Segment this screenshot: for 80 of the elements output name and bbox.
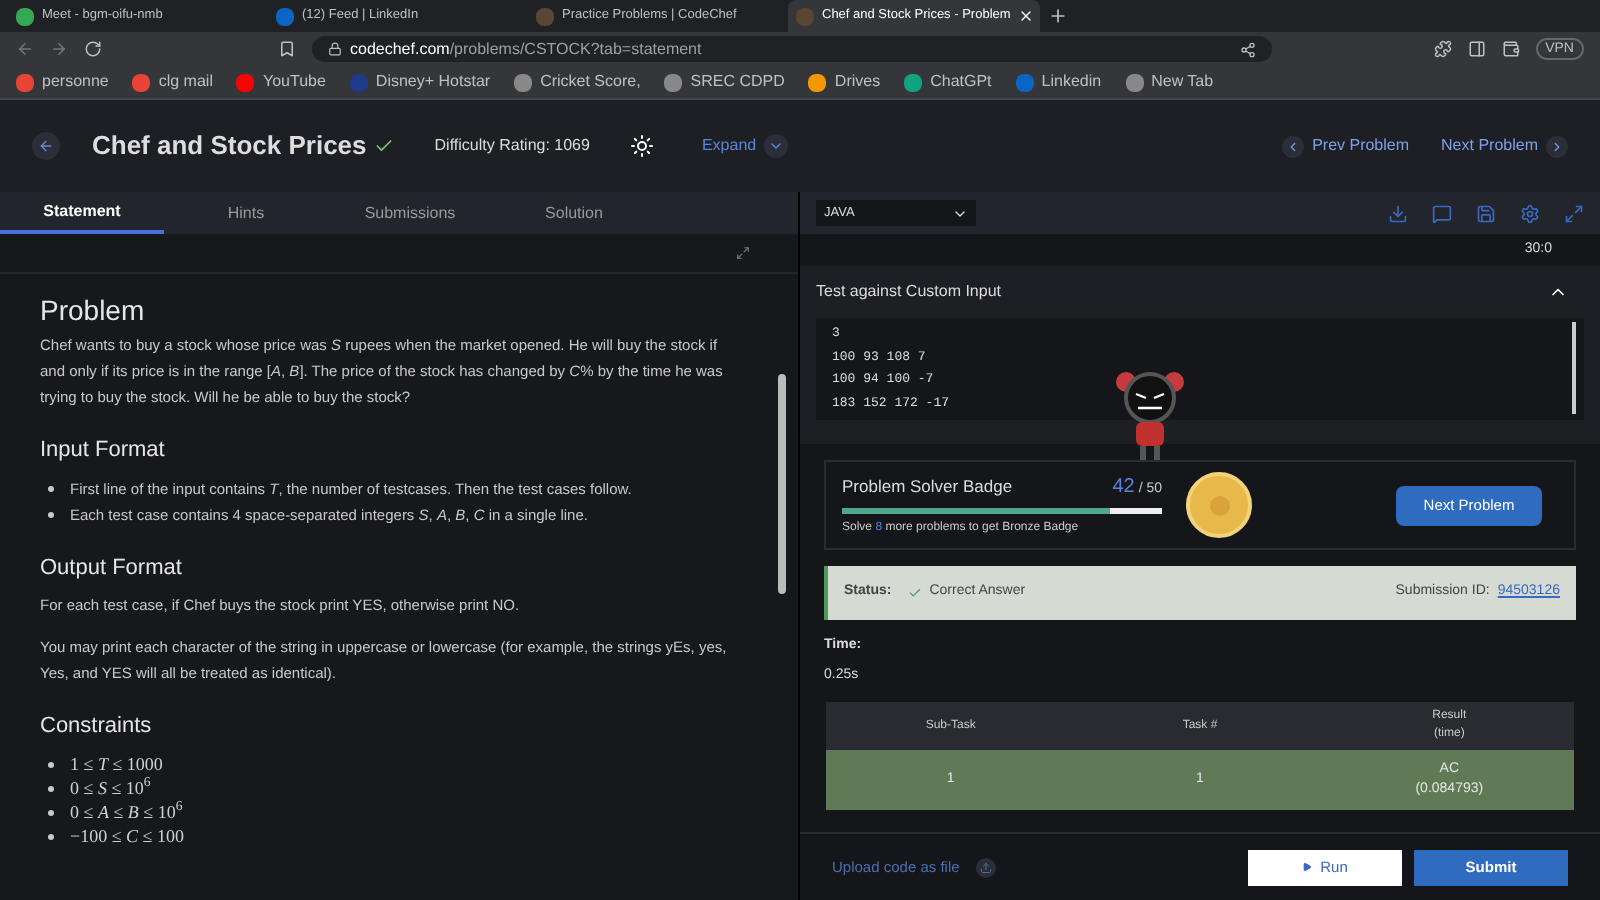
site-icon [132,73,151,91]
mascot-drawing [1110,366,1190,466]
bookmark-link[interactable]: Linkedin [1015,70,1102,94]
expand-button[interactable]: Expand [701,134,789,158]
save-icon[interactable] [1476,203,1496,223]
settings-icon[interactable] [1520,203,1540,223]
theme-icon[interactable] [629,134,654,158]
site-icon [16,7,34,25]
wallet-icon[interactable] [1501,40,1520,58]
bookmark-link[interactable]: New Tab [1125,70,1214,94]
constraint: 0 ≤ S ≤ 10$^{6}$ [70,775,151,799]
tab[interactable]: Hints [164,192,328,234]
address-bar[interactable]: codechef.com/problems/CSTOCK?tab=statement [312,36,1272,62]
comment-icon[interactable] [1432,203,1452,223]
prev-problem-link[interactable]: Prev Problem [1282,134,1410,158]
panel-title: Test against Custom Input [816,280,1001,304]
site-icon [514,73,533,91]
bullet-icon [48,833,54,839]
bookmark-link[interactable]: Cricket Score, [514,70,641,94]
constraint: 1 ≤ T ≤ 1000 [70,751,163,775]
bullet-icon [48,761,54,767]
download-icon[interactable] [1388,203,1408,223]
new-tab-icon[interactable] [1048,6,1068,26]
forward-icon[interactable] [50,40,68,58]
share-icon[interactable] [1240,41,1256,57]
site-icon [236,73,255,91]
site-icon [1015,73,1034,91]
tab[interactable]: Solution [492,192,656,234]
section-heading: Constraints [40,712,154,742]
expand-icon[interactable] [736,246,750,260]
constraint: −100 ≤ C ≤ 100 [70,823,184,847]
bullet-icon [48,511,54,517]
back-icon[interactable] [32,132,60,160]
back-icon[interactable] [16,40,34,58]
badge-count: 42 [1112,474,1135,502]
chevron-down-icon[interactable] [764,134,789,158]
bookmark-link[interactable]: Disney+ Hotstar [349,70,491,94]
coin-icon [1186,472,1252,538]
badge-title: Problem Solver Badge [842,474,1013,500]
bullet-icon [48,485,54,491]
fullscreen-icon[interactable] [1564,203,1584,223]
section-heading: Output Format [40,553,184,583]
chevron-right-icon[interactable] [1546,135,1568,157]
next-problem-link[interactable]: Next Problem [1441,134,1568,158]
bookmark-link[interactable]: personne [16,70,109,94]
site-icon [349,73,368,91]
upload-icon[interactable] [975,857,996,877]
bullet-icon [48,809,54,815]
site-icon [16,73,34,91]
bookmark-link[interactable]: clg mail [132,70,213,94]
tab[interactable]: Statement [0,192,164,234]
site-icon [904,73,923,91]
tab[interactable]: Submissions [328,192,492,234]
problem-title: Chef and Stock Prices [92,128,367,165]
reload-icon[interactable] [84,40,102,58]
bookmark-icon[interactable] [278,40,296,58]
check-icon [907,586,922,600]
extensions-icon[interactable] [1433,40,1452,58]
site-icon [796,7,814,25]
chevron-left-icon[interactable] [1282,135,1305,157]
bookmark-link[interactable]: SREC CDPD [664,70,785,94]
bookmark-link[interactable]: ChatGPt [904,70,992,94]
scrollbar[interactable] [1572,322,1576,414]
difficulty-rating: Difficulty Rating: 1069 [434,134,590,158]
play-icon[interactable] [1302,862,1313,872]
constraint: 0 ≤ A ≤ B ≤ 10$^{6}$ [70,799,183,823]
bullet-icon [48,785,54,791]
site-icon [536,7,554,25]
scrollbar[interactable] [778,374,786,594]
section-heading: Problem [40,292,147,330]
site-icon [808,73,827,91]
close-icon[interactable] [1018,8,1035,24]
site-icon [1125,73,1144,91]
lock-icon [328,42,342,56]
site-icon [276,7,294,25]
bookmark-link[interactable]: Drives [808,70,881,94]
sidebar-icon[interactable] [1467,40,1486,58]
bookmark-link[interactable]: YouTube [236,70,326,94]
site-icon [664,73,683,91]
section-heading: Input Format [40,436,167,466]
